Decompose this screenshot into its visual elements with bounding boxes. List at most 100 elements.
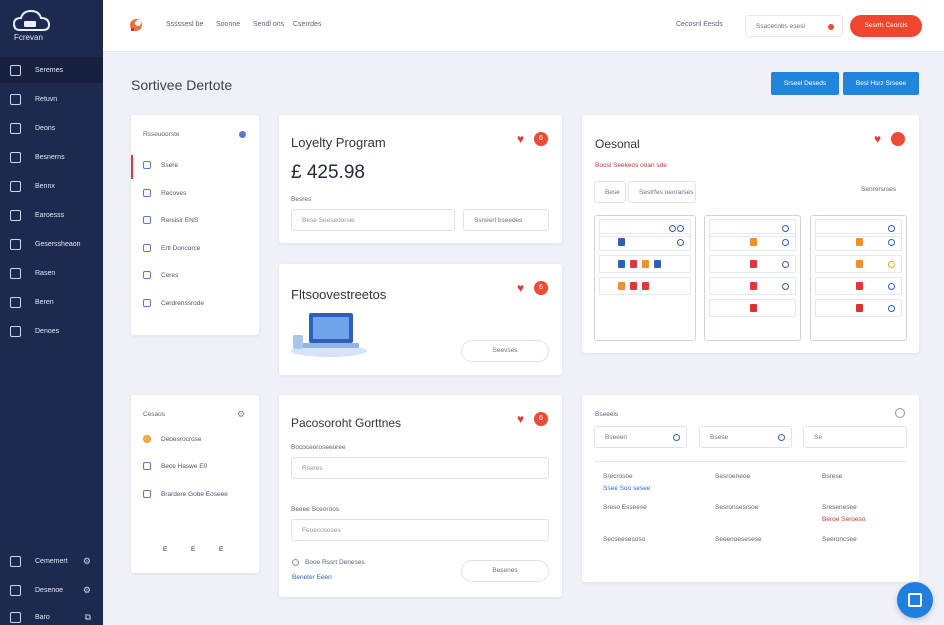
nav-square-icon xyxy=(10,296,21,308)
top-nav-link-2[interactable]: Soonne xyxy=(216,21,240,28)
sidebar: Fcrevan Seremes Retuvn Deons Besnerns Be… xyxy=(0,0,103,625)
panel-row[interactable] xyxy=(709,299,796,317)
primary-action-button[interactable]: Srseel Deseds xyxy=(771,72,839,95)
heart-icon[interactable]: ♥ xyxy=(517,132,524,146)
details-cell: Srecrosoe xyxy=(603,473,633,480)
panel-row[interactable] xyxy=(815,299,902,317)
contacts-card: Cesaos ⚙ Deoesrocrose Bece Haswe E0 Brar… xyxy=(131,395,259,573)
contact-item-2[interactable]: Bece Haswe E0 xyxy=(143,462,207,470)
sidebar-bottom-item-2[interactable]: Desenoe ⚙ xyxy=(0,577,103,603)
details-cell: Secseesesoso xyxy=(603,536,646,543)
secondary-action-button[interactable]: Besl Hsrz Srseee xyxy=(843,72,919,95)
loyalty-input[interactable]: Bese Seeseoorsle xyxy=(291,209,455,231)
menu-item-6[interactable]: Cerdrenssrode xyxy=(143,299,204,307)
heart-icon[interactable]: ♥ xyxy=(517,412,524,426)
sidebar-item-label: Bennx xyxy=(35,182,55,190)
tile-icon xyxy=(618,238,625,246)
contact-label: Bece Haswe E0 xyxy=(161,462,208,470)
contact-item-1[interactable]: Deoesrocrose xyxy=(143,435,201,443)
sidebar-item-7[interactable]: Geserssheaon xyxy=(0,231,103,257)
panel-row[interactable] xyxy=(815,233,902,251)
nav-square-icon xyxy=(10,325,21,337)
program-link[interactable]: Beneter Eeen xyxy=(292,574,332,581)
tab-base[interactable]: Bese xyxy=(594,181,626,203)
menu-item-4[interactable]: Ertl Doncorce xyxy=(143,244,200,252)
tile-icon xyxy=(654,260,661,268)
sidebar-bottom-item-1[interactable]: Cememert ⚙ xyxy=(0,548,103,574)
sidebar-item-label: Baro xyxy=(35,613,50,621)
board-panel-2 xyxy=(704,215,801,341)
top-nav-link-4[interactable]: Cserrdes xyxy=(293,21,321,28)
details-filter-1[interactable]: Bseeen xyxy=(594,426,687,448)
details-filter-3[interactable]: Se xyxy=(803,426,907,448)
sidebar-item-2[interactable]: Retuvn xyxy=(0,86,103,112)
loyalty-action-button[interactable]: Ssneerl bseedes xyxy=(463,209,549,231)
sidebar-item-4[interactable]: Besnerns xyxy=(0,144,103,170)
nav-square-icon xyxy=(10,64,21,76)
details-cell: Sesronsesrsoe xyxy=(715,504,759,511)
details-filter-2[interactable]: Bsese xyxy=(699,426,792,448)
sidebar-item-9[interactable]: Beren xyxy=(0,289,103,315)
contact-item-3[interactable]: Brardere Gobe Eoseee xyxy=(143,490,228,498)
sidebar-item-1[interactable]: Seremes xyxy=(0,57,103,83)
language-selector[interactable]: Cecosnl Eesds xyxy=(676,21,723,28)
panel-row[interactable] xyxy=(599,233,691,251)
program-settings-button[interactable]: Besenes xyxy=(461,560,549,582)
sidebar-item-label: Geserssheaon xyxy=(35,240,81,248)
menu-item-label: Ssere xyxy=(161,161,178,169)
details-cell: Seeroncsee xyxy=(822,536,857,543)
tile-icon xyxy=(750,238,757,246)
panel-row[interactable] xyxy=(709,255,796,273)
menu-item-5[interactable]: Ceres xyxy=(143,271,178,279)
sidebar-bottom-item-3[interactable]: Baro ⧉ xyxy=(0,604,103,625)
program-input-2[interactable]: Feoecososes xyxy=(291,519,549,541)
heart-icon[interactable]: ♥ xyxy=(517,281,524,295)
pager-2[interactable]: E xyxy=(191,546,195,553)
loyalty-action-label: Ssneerl bseedes xyxy=(474,217,523,224)
panel-row[interactable] xyxy=(709,233,796,251)
nav-square-icon xyxy=(10,238,21,250)
ring-icon xyxy=(677,225,684,232)
tile-icon xyxy=(856,260,863,268)
chat-fab-button[interactable] xyxy=(897,582,933,618)
menu-item-icon xyxy=(143,161,151,169)
sidebar-item-10[interactable]: Denoes xyxy=(0,318,103,344)
radio-button[interactable] xyxy=(292,559,299,566)
laptop-illustration-icon xyxy=(291,313,367,357)
panel-row[interactable] xyxy=(815,277,902,295)
menu-item-2[interactable]: Recoves xyxy=(143,189,186,197)
top-nav-link-1[interactable]: Sssssesl be xyxy=(166,21,203,28)
refresh-icon[interactable] xyxy=(895,408,905,418)
program-field-label-1: Bococeoroseeoree xyxy=(291,444,346,451)
program-input-1[interactable]: Rseres xyxy=(291,457,549,479)
loyalty-amount: £ 425.98 xyxy=(291,162,365,183)
tab-right-label[interactable]: Senrorsrses xyxy=(861,186,896,193)
heart-icon[interactable]: ♥ xyxy=(874,132,881,146)
contact-label: Deoesrocrose xyxy=(161,435,202,443)
pager-3[interactable]: E xyxy=(219,546,223,553)
details-link[interactable]: Ssee Soo sesee xyxy=(603,485,650,492)
panel-row[interactable] xyxy=(599,255,691,273)
program-settings-card: Pacosoroht Gorttnes ♥ 6 Bococeoroseeoree… xyxy=(279,395,562,597)
details-link[interactable]: Beroe Seroeso xyxy=(822,516,865,523)
app-logo-icon[interactable] xyxy=(127,16,145,34)
panel-row[interactable] xyxy=(815,255,902,273)
top-cta-button[interactable]: Sesrrh Ceorcls xyxy=(850,15,922,37)
ring-icon xyxy=(778,434,785,441)
tab-settings[interactable]: Sestrfes oeorarses xyxy=(628,181,696,203)
menu-item-3[interactable]: Rersisir ENS xyxy=(143,216,198,224)
panel-row[interactable] xyxy=(709,277,796,295)
top-nav-link-3[interactable]: Sendl ons xyxy=(253,21,284,28)
menu-item-icon xyxy=(143,244,151,252)
sidebar-item-8[interactable]: Rasen xyxy=(0,260,103,286)
sidebar-item-3[interactable]: Deons xyxy=(0,115,103,141)
menu-item-1[interactable]: Ssere xyxy=(143,161,178,169)
pager-1[interactable]: E xyxy=(163,546,167,553)
sidebar-item-5[interactable]: Bennx xyxy=(0,173,103,199)
sidebar-item-label: Denoes xyxy=(35,327,60,335)
panel-row[interactable] xyxy=(599,277,691,295)
settings-icon[interactable]: ⚙ xyxy=(237,409,245,420)
promo-action-button[interactable]: Seevses xyxy=(461,340,549,362)
sidebar-item-6[interactable]: Earoesss xyxy=(0,202,103,228)
search-input[interactable]: Ssacecnbs esesl xyxy=(745,15,843,37)
